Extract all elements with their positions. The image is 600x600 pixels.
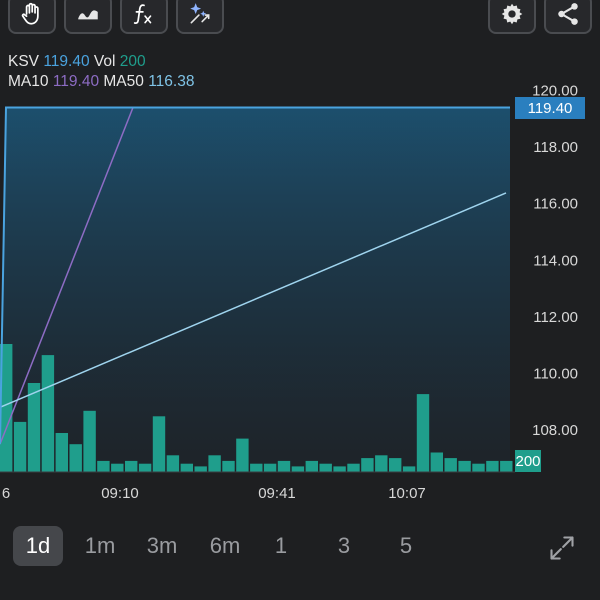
volume-bar (83, 410, 96, 472)
range-1d[interactable]: 1d (13, 526, 63, 566)
volume-bar (305, 460, 318, 472)
volume-bar (277, 460, 291, 472)
volume-bar (361, 458, 374, 472)
volume-bar (13, 421, 27, 472)
volume-bar (319, 463, 332, 472)
range-1[interactable]: 1 (256, 526, 306, 566)
range-label: 3 (337, 533, 351, 558)
legend-symbol: KSV (8, 53, 40, 70)
price-tick-label: 116.00 (533, 196, 578, 213)
volume-bar (416, 394, 430, 472)
volume-bar (291, 466, 305, 472)
legend-ma50-value: 116.38 (148, 73, 195, 90)
volume-bar (458, 460, 471, 472)
volume-bar (402, 466, 416, 472)
current-price-label: 119.40 (528, 100, 573, 117)
time-tick-label: 09:10 (101, 485, 139, 502)
volume-bar (375, 455, 388, 472)
volume-bar (250, 463, 263, 472)
price-tick-label: 118.00 (533, 139, 578, 156)
volume-bar (236, 438, 249, 472)
time-tick-label: 09:41 (258, 485, 296, 502)
chart-legend: KSV 119.40 Vol 200 MA10 119.40 MA50 116.… (8, 52, 194, 92)
volume-bar (444, 458, 457, 472)
volume-bar (333, 466, 346, 472)
range-3m[interactable]: 3m (137, 526, 187, 566)
volume-bar (263, 463, 277, 472)
price-tick-label: 114.00 (533, 252, 578, 269)
range-5[interactable]: 5 (381, 526, 431, 566)
legend-row-price: KSV 119.40 Vol 200 (8, 52, 194, 72)
volume-bar (180, 463, 193, 472)
volume-bar (55, 433, 68, 472)
volume-bar (138, 463, 152, 472)
legend-volume: 200 (119, 53, 146, 70)
price-tick-label: 108.00 (532, 422, 578, 439)
range-label: 1m (84, 533, 116, 558)
legend-ma10-label: MA10 (8, 73, 49, 90)
current-volume-label: 200 (515, 453, 540, 470)
volume-bar (486, 460, 499, 472)
legend-row-ma: MA10 119.40 MA50 116.38 (8, 72, 194, 92)
volume-bar (27, 383, 41, 472)
time-tick-label: 10:07 (388, 485, 426, 502)
volume-bar (97, 460, 110, 472)
volume-bar (389, 458, 402, 472)
expand-icon (548, 536, 576, 566)
volume-bar (69, 444, 82, 472)
range-label: 5 (399, 533, 413, 558)
range-label: 1d (25, 533, 51, 558)
volume-bar (166, 455, 180, 472)
legend-ma50-label: MA50 (103, 73, 144, 90)
range-selector: 1d 1m 3m 6m 1 3 5 (0, 522, 600, 572)
price-area-fill (0, 107, 510, 472)
price-tick-label: 110.00 (533, 365, 578, 382)
range-6m[interactable]: 6m (200, 526, 250, 566)
volume-bar (125, 460, 138, 472)
time-tick-label: 6 (2, 485, 10, 502)
fullscreen-button[interactable] (548, 534, 576, 562)
range-3[interactable]: 3 (319, 526, 369, 566)
range-label: 6m (209, 533, 241, 558)
volume-bar (222, 460, 235, 472)
range-label: 1 (274, 533, 288, 558)
range-1m[interactable]: 1m (75, 526, 125, 566)
volume-bar (500, 460, 513, 472)
volume-bar (111, 463, 124, 472)
legend-vol-label: Vol (93, 53, 116, 70)
volume-bar (430, 452, 443, 472)
legend-price: 119.40 (43, 53, 90, 70)
volume-bar (472, 463, 485, 472)
legend-ma10-value: 119.40 (52, 73, 100, 90)
volume-bar (152, 416, 166, 472)
volume-bar (41, 355, 55, 472)
price-tick-label: 112.00 (533, 309, 578, 326)
volume-bar (347, 463, 360, 472)
volume-bar (194, 466, 207, 472)
price-tick-label: 120.00 (532, 83, 578, 100)
volume-bar (208, 455, 221, 472)
range-label: 3m (146, 533, 178, 558)
